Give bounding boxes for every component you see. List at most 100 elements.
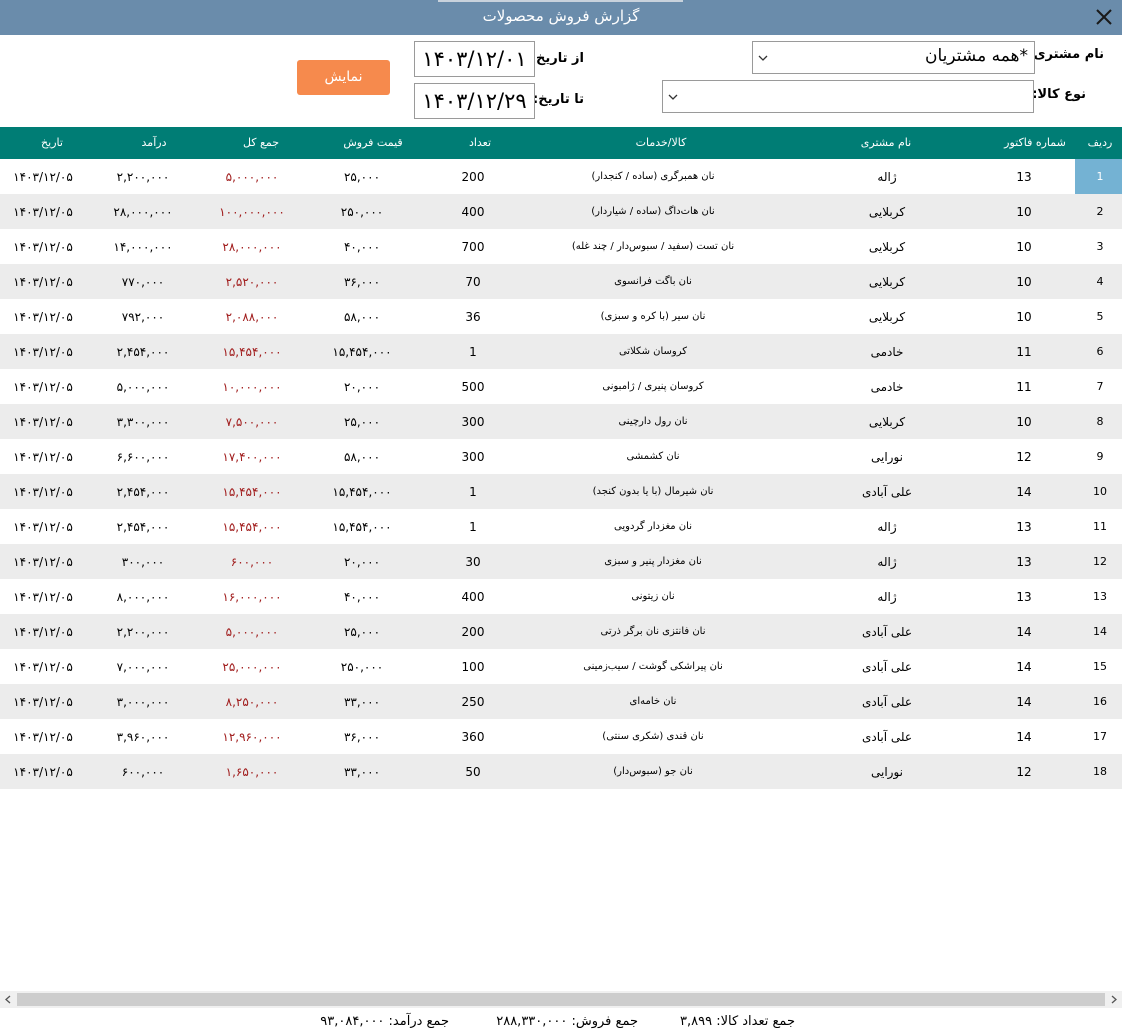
cell-row: 12: [1093, 555, 1107, 568]
cell-income: ۲,۴۵۴,۰۰۰: [116, 520, 170, 534]
table-row[interactable]: 17 14 علی آبادی نان قندی (شکری سنتی) 360 ۳۶,۰…: [0, 719, 1122, 754]
cell-customer: کربلایی: [868, 415, 906, 429]
col-invoice[interactable]: شماره فاکتور: [1004, 136, 1066, 149]
scroll-right-icon[interactable]: [1110, 995, 1118, 1004]
col-row[interactable]: ردیف: [1088, 136, 1113, 149]
product-type-combobox[interactable]: [662, 80, 1034, 113]
table-row[interactable]: 5 10 کربلایی نان سیر (با کره و سبزی) 36 ۵۸,۰۰…: [0, 299, 1122, 334]
cell-date: ۱۴۰۳/۱۲/۰۵: [13, 695, 73, 709]
table-row[interactable]: 3 10 کربلایی نان تست (سفید / سبوس‌دار / چند…: [0, 229, 1122, 264]
col-customer[interactable]: نام مشتری: [861, 136, 911, 149]
from-date-label: از تاریخ:: [530, 51, 584, 66]
cell-invoice: 14: [1016, 695, 1032, 709]
table-row[interactable]: 7 11 خادمی کروسان پنیری / ژامبونی 500 ۲۰,۰۰۰ ۱…: [0, 369, 1122, 404]
table-row[interactable]: 18 12 نورایی نان جو (سبوس‌دار) 50 ۳۳,۰۰۰ ۱,۶۵۰…: [0, 754, 1122, 789]
cell-invoice: 13: [1016, 170, 1032, 184]
cell-income: ۲,۲۰۰,۰۰۰: [116, 170, 170, 184]
cell-date: ۱۴۰۳/۱۲/۰۵: [13, 310, 73, 324]
scroll-left-icon[interactable]: [4, 995, 12, 1004]
cell-date: ۱۴۰۳/۱۲/۰۵: [13, 520, 73, 534]
table-row[interactable]: 16 14 علی آبادی نان خامه‌ای 250 ۳۳,۰۰۰ ۸,۲۵۰,۰…: [0, 684, 1122, 719]
cell-qty: 1: [469, 520, 477, 534]
cell-qty: 200: [461, 170, 485, 184]
cell-product: نان جو (سبوس‌دار): [613, 766, 693, 777]
cell-price: ۲۵,۰۰۰: [343, 625, 381, 639]
table-row[interactable]: 15 14 علی آبادی نان پیراشکی گوشت / سیب‌زمین…: [0, 649, 1122, 684]
cell-product: نان سیر (با کره و سبزی): [600, 311, 706, 322]
cell-date: ۱۴۰۳/۱۲/۰۵: [13, 240, 73, 254]
table-row[interactable]: 8 10 کربلایی نان رول دارچینی 300 ۲۵,۰۰۰ ۷,۵۰۰,…: [0, 404, 1122, 439]
cell-invoice: 12: [1016, 765, 1032, 779]
chevron-down-icon[interactable]: [757, 52, 769, 64]
cell-price: ۲۵۰,۰۰۰: [340, 205, 384, 219]
col-qty[interactable]: تعداد: [469, 136, 491, 149]
table-row[interactable]: 11 13 ژاله نان مغزدار گردویی 1 ۱۵,۴۵۴,۰۰۰ ۱۵,۴…: [0, 509, 1122, 544]
cell-invoice: 11: [1016, 380, 1032, 394]
cell-customer: کربلایی: [868, 310, 906, 324]
horizontal-scrollbar[interactable]: [0, 991, 1122, 1008]
from-date-field[interactable]: ۱۴۰۳/۱۲/۰۱: [414, 41, 535, 77]
col-product[interactable]: کالا/خدمات: [636, 136, 687, 149]
table-row[interactable]: 9 12 نورایی نان کشمشی 300 ۵۸,۰۰۰ ۱۷,۴۰۰,۰۰۰ ۶,۶…: [0, 439, 1122, 474]
cell-qty: 70: [465, 275, 481, 289]
cell-total: ۸,۲۵۰,۰۰۰: [225, 695, 279, 709]
cell-invoice: 13: [1016, 590, 1032, 604]
col-income[interactable]: درآمد: [142, 136, 167, 149]
cell-date: ۱۴۰۳/۱۲/۰۵: [13, 450, 73, 464]
cell-price: ۲۵۰,۰۰۰: [340, 660, 384, 674]
cell-price: ۴۰,۰۰۰: [343, 240, 381, 254]
scrollbar-thumb[interactable]: [17, 993, 1105, 1006]
cell-row: 13: [1093, 590, 1107, 603]
cell-row: 11: [1093, 520, 1107, 533]
table-row[interactable]: 12 13 ژاله نان مغزدار پنیر و سبزی 30 ۲۰,۰۰۰ ۶۰…: [0, 544, 1122, 579]
table-row[interactable]: 1 13 ژاله نان همبرگری (ساده / کنجدار) 200 ۲۵,…: [0, 159, 1122, 194]
col-price[interactable]: قیمت فروش: [343, 136, 402, 149]
to-date-label: تا تاریخ:: [533, 92, 584, 107]
cell-total: ۱۵,۴۵۴,۰۰۰: [222, 520, 282, 534]
cell-income: ۳,۰۰۰,۰۰۰: [116, 695, 170, 709]
col-total[interactable]: جمع کل: [243, 136, 279, 149]
qty-total: جمع تعداد کالا: ۳,۸۹۹: [680, 1014, 795, 1029]
cell-income: ۲,۲۰۰,۰۰۰: [116, 625, 170, 639]
product-type-label: نوع کالا:: [1032, 87, 1086, 102]
table-row[interactable]: 4 10 کربلایی نان باگت فرانسوی 70 ۳۶,۰۰۰ ۲,۵۲۰,…: [0, 264, 1122, 299]
cell-total: ۲,۰۸۸,۰۰۰: [225, 310, 279, 324]
cell-price: ۴۰,۰۰۰: [343, 590, 381, 604]
cell-price: ۲۵,۰۰۰: [343, 415, 381, 429]
sales-total: جمع فروش: ۲۸۸,۳۳۰,۰۰۰: [496, 1014, 638, 1029]
table-row[interactable]: 13 13 ژاله نان زیتونی 400 ۴۰,۰۰۰ ۱۶,۰۰۰,۰۰۰ ۸,۰…: [0, 579, 1122, 614]
cell-income: ۶,۶۰۰,۰۰۰: [116, 450, 170, 464]
cell-income: ۷۷۰,۰۰۰: [121, 275, 165, 289]
cell-total: ۵,۰۰۰,۰۰۰: [225, 625, 279, 639]
show-button[interactable]: نمایش: [297, 60, 390, 95]
close-icon[interactable]: [1090, 3, 1118, 31]
cell-qty: 700: [461, 240, 485, 254]
cell-product: نان رول دارچینی: [618, 416, 688, 427]
cell-income: ۸,۰۰۰,۰۰۰: [116, 590, 170, 604]
chevron-down-icon[interactable]: [667, 91, 679, 103]
cell-qty: 1: [469, 485, 477, 499]
table-row[interactable]: 6 11 خادمی کروسان شکلاتی 1 ۱۵,۴۵۴,۰۰۰ ۱۵,۴۵۴,۰…: [0, 334, 1122, 369]
cell-income: ۳,۳۰۰,۰۰۰: [116, 415, 170, 429]
cell-price: ۲۰,۰۰۰: [343, 380, 381, 394]
col-date[interactable]: تاریخ: [41, 136, 63, 149]
cell-price: ۵۸,۰۰۰: [343, 310, 381, 324]
table-row[interactable]: 2 10 کربلایی نان هات‌داگ (ساده / شیاردار) 40…: [0, 194, 1122, 229]
cell-income: ۲۸,۰۰۰,۰۰۰: [113, 205, 173, 219]
cell-total: ۱۶,۰۰۰,۰۰۰: [222, 590, 282, 604]
cell-row: 8: [1096, 415, 1104, 428]
table-row[interactable]: 10 14 علی آبادی نان شیرمال (با یا بدون کنجد…: [0, 474, 1122, 509]
cell-invoice: 14: [1016, 730, 1032, 744]
to-date-field[interactable]: ۱۴۰۳/۱۲/۲۹: [414, 83, 535, 119]
cell-customer: کربلایی: [868, 240, 906, 254]
cell-product: نان خامه‌ای: [629, 696, 677, 707]
cell-qty: 250: [461, 695, 485, 709]
cell-invoice: 14: [1016, 625, 1032, 639]
cell-price: ۳۶,۰۰۰: [343, 730, 381, 744]
table-row[interactable]: 14 14 علی آبادی نان فانتزی نان برگر ذرتی 200…: [0, 614, 1122, 649]
cell-row: 5: [1096, 310, 1104, 323]
cell-row: 4: [1096, 275, 1104, 288]
customer-combobox[interactable]: *همه مشتریان: [752, 41, 1035, 74]
income-total: جمع درآمد: ۹۳,۰۸۴,۰۰۰: [320, 1014, 449, 1029]
cell-qty: 36: [465, 310, 481, 324]
